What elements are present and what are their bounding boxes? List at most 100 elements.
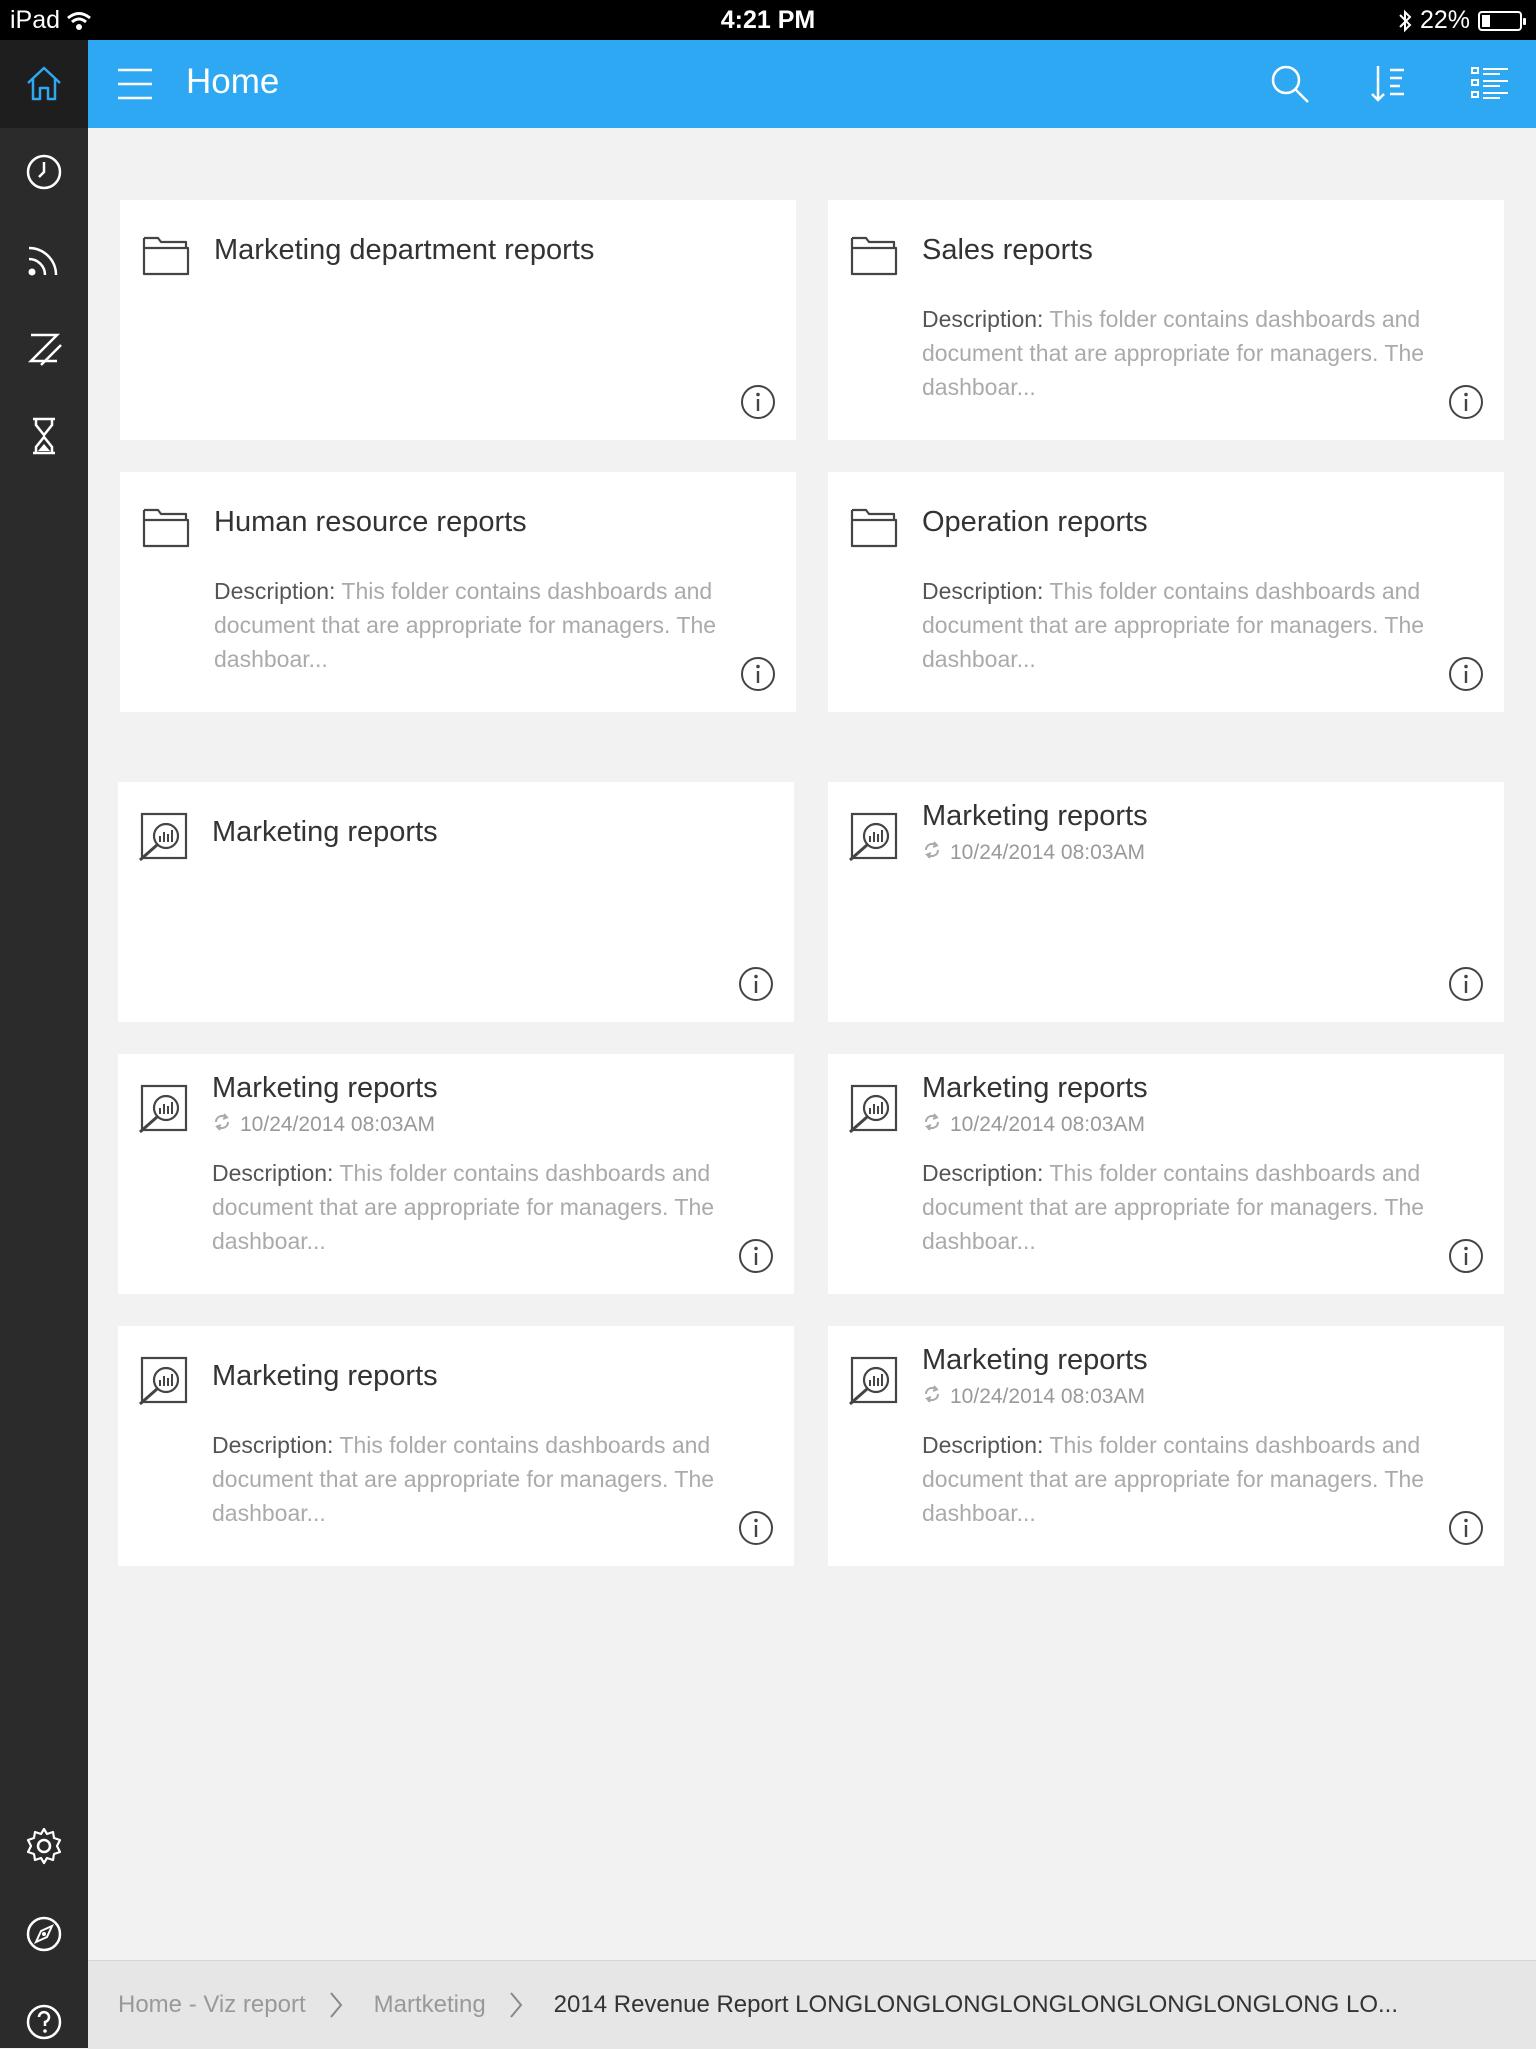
clock-icon xyxy=(26,154,62,190)
breadcrumb-current: 2014 Revenue Report LONGLONGLONGLONGLONG… xyxy=(553,1991,1398,2018)
sidebar-item-help[interactable] xyxy=(22,2000,66,2044)
card-title: Sales reports xyxy=(922,234,1093,266)
report-icon xyxy=(848,1354,900,1406)
report-card[interactable]: Marketing reports 10/24/2014 08:03AM xyxy=(828,782,1504,1022)
card-date: 10/24/2014 08:03AM xyxy=(922,1384,1145,1410)
sidebar-item-feed[interactable] xyxy=(22,238,66,282)
card-description: Description: This folder contains dashbo… xyxy=(212,1432,715,1526)
battery-icon xyxy=(1478,10,1526,31)
info-button[interactable] xyxy=(740,656,776,692)
card-title: Operation reports xyxy=(922,506,1148,538)
folder-card[interactable]: Human resource reports Description: This… xyxy=(120,472,796,712)
description-label: Description: xyxy=(922,1432,1044,1458)
compass-icon xyxy=(26,1916,62,1952)
info-button[interactable] xyxy=(1448,1238,1484,1274)
card-date: 10/24/2014 08:03AM xyxy=(922,840,1145,866)
gear-icon xyxy=(26,1827,62,1865)
app-header: Home xyxy=(88,40,1536,128)
status-time: 4:21 PM xyxy=(720,6,816,34)
report-card[interactable]: Marketing reports 10/24/2014 08:03AM Des… xyxy=(828,1054,1504,1294)
card-description: Description: This folder contains dashbo… xyxy=(214,578,717,672)
report-icon xyxy=(848,1082,900,1134)
chevron-right-icon xyxy=(329,1992,342,2018)
sort-button[interactable] xyxy=(1368,62,1412,106)
info-icon xyxy=(741,657,775,691)
info-icon xyxy=(741,385,775,419)
sidebar-item-discover[interactable] xyxy=(22,1912,66,1956)
folder-card[interactable]: Sales reports Description: This folder c… xyxy=(828,200,1504,440)
report-card[interactable]: Marketing reports Description: This fold… xyxy=(118,1326,794,1566)
search-button[interactable] xyxy=(1268,62,1312,106)
hamburger-icon xyxy=(118,68,152,100)
list-view-icon xyxy=(1471,67,1508,99)
card-title: Marketing reports xyxy=(922,1344,1148,1376)
card-title: Marketing reports xyxy=(212,816,438,848)
feed-icon xyxy=(28,246,58,276)
card-description: Description: This folder contains dashbo… xyxy=(922,578,1425,672)
report-card[interactable]: Marketing reports 10/24/2014 08:03AM Des… xyxy=(828,1326,1504,1566)
sync-icon xyxy=(922,1112,942,1138)
chevron-right-icon xyxy=(509,1992,522,2018)
card-date: 10/24/2014 08:03AM xyxy=(922,1112,1145,1138)
card-description: Description: This folder contains dashbo… xyxy=(212,1160,715,1254)
info-icon xyxy=(1449,385,1483,419)
info-button[interactable] xyxy=(738,1510,774,1546)
card-title: Marketing reports xyxy=(212,1072,438,1104)
sync-icon xyxy=(922,840,942,866)
info-button[interactable] xyxy=(1448,656,1484,692)
info-icon xyxy=(739,1511,773,1545)
breadcrumb: Home - Viz report Martketing 2014 Revenu… xyxy=(88,1960,1536,2049)
card-description: Description: This folder contains dashbo… xyxy=(922,1432,1425,1526)
sidebar-item-settings[interactable] xyxy=(22,1824,66,1868)
info-button[interactable] xyxy=(1448,1510,1484,1546)
card-title: Marketing reports xyxy=(212,1360,438,1392)
sidebar-item-edit[interactable] xyxy=(22,326,66,370)
report-icon xyxy=(848,810,900,862)
hourglass-icon xyxy=(33,417,55,455)
sort-icon xyxy=(1371,66,1404,102)
description-label: Description: xyxy=(212,1160,334,1186)
menu-button[interactable] xyxy=(116,66,156,102)
report-icon xyxy=(138,1354,190,1406)
battery-percent: 22% xyxy=(1419,6,1470,34)
sync-icon xyxy=(212,1112,232,1138)
breadcrumb-item[interactable]: Home - Viz report xyxy=(118,1991,306,2019)
list-view-button[interactable] xyxy=(1468,62,1512,106)
edit-icon xyxy=(27,333,62,366)
info-icon xyxy=(739,967,773,1001)
sidebar-item-pending[interactable] xyxy=(22,414,66,458)
info-icon xyxy=(1449,1239,1483,1273)
description-label: Description: xyxy=(922,306,1044,332)
card-title: Marketing reports xyxy=(922,800,1148,832)
info-icon xyxy=(1449,657,1483,691)
info-icon xyxy=(1449,1511,1483,1545)
card-title: Marketing reports xyxy=(922,1072,1148,1104)
description-label: Description: xyxy=(922,1160,1044,1186)
home-icon xyxy=(22,62,66,106)
card-date: 10/24/2014 08:03AM xyxy=(212,1112,435,1138)
report-card[interactable]: Marketing reports 10/24/2014 08:03AM Des… xyxy=(118,1054,794,1294)
report-icon xyxy=(138,810,190,862)
info-button[interactable] xyxy=(738,1238,774,1274)
folder-card[interactable]: Marketing department reports xyxy=(120,200,796,440)
breadcrumb-item[interactable]: Martketing xyxy=(374,1991,486,2019)
card-title: Human resource reports xyxy=(214,506,527,538)
folder-icon xyxy=(140,500,192,552)
info-button[interactable] xyxy=(1448,384,1484,420)
bluetooth-icon xyxy=(1399,9,1412,32)
folder-icon xyxy=(140,228,192,280)
description-label: Description: xyxy=(922,578,1044,604)
report-icon xyxy=(138,1082,190,1134)
folder-card[interactable]: Operation reports Description: This fold… xyxy=(828,472,1504,712)
help-icon xyxy=(26,2004,62,2040)
search-icon xyxy=(1271,65,1309,103)
info-button[interactable] xyxy=(738,966,774,1002)
info-icon xyxy=(739,1239,773,1273)
sidebar-item-home[interactable] xyxy=(0,40,88,128)
info-button[interactable] xyxy=(1448,966,1484,1002)
description-label: Description: xyxy=(214,578,336,604)
sidebar xyxy=(0,40,88,2048)
report-card[interactable]: Marketing reports xyxy=(118,782,794,1022)
sidebar-item-recent[interactable] xyxy=(22,150,66,194)
info-button[interactable] xyxy=(740,384,776,420)
